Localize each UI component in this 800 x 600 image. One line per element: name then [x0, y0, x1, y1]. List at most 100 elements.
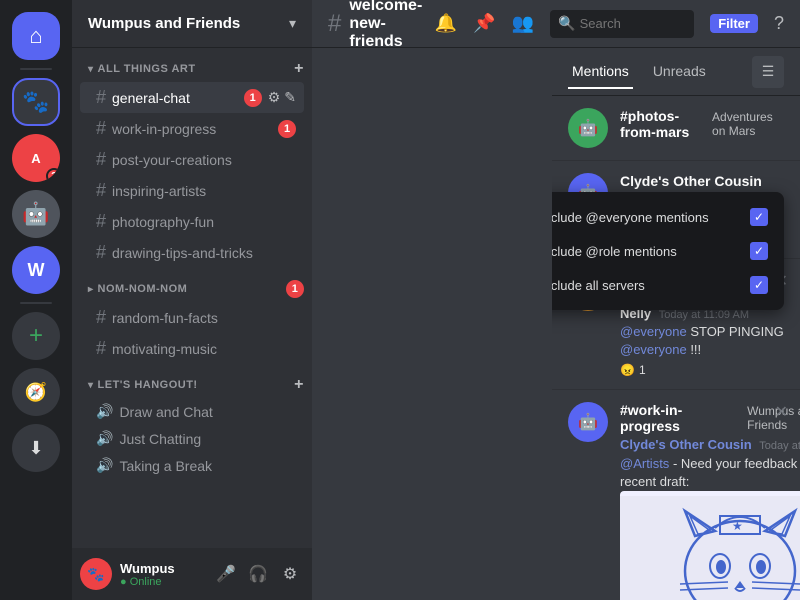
hash-icon: # [96, 307, 106, 328]
help-icon[interactable]: ? [774, 13, 784, 34]
notif-close-button-2[interactable]: ✕ [775, 402, 788, 422]
speaker-icon: 🔊 [96, 403, 113, 420]
channel-sidebar: Wumpus and Friends ▾ ▾ ALL THINGS ART + … [72, 0, 312, 600]
notif-content: #work-in-progress Wumpus and Friends Cly… [620, 402, 800, 600]
hash-icon: # [96, 338, 106, 359]
server-badge-art: 3 [46, 168, 60, 182]
app-container: ⌂ 🐾 A 3 🤖 W + 🧭 ⬇ Wumpus and Friends ▾ [0, 0, 800, 600]
user-actions: 🎤 🎧 ⚙ [212, 560, 304, 588]
channel-item-inspiring-artists[interactable]: # inspiring-artists [80, 175, 304, 206]
filter-checkbox-everyone[interactable]: ✓ [750, 208, 768, 226]
bell-icon[interactable]: 🔔 [435, 13, 457, 34]
server-icon-blue[interactable]: W [12, 246, 60, 294]
deafen-button[interactable]: 🎧 [244, 560, 272, 588]
filter-option-everyone[interactable]: Include @everyone mentions ✓ [552, 200, 784, 234]
settings-icon[interactable]: ⚙ [268, 89, 281, 106]
server-add-button[interactable]: + [12, 312, 60, 360]
mute-button[interactable]: 🎤 [212, 560, 240, 588]
speaker-icon: 🔊 [96, 457, 113, 474]
notif-avatar: 🤖 [568, 402, 608, 442]
filter-checkbox-servers[interactable]: ✓ [750, 276, 768, 294]
channel-item-post-your-creations[interactable]: # post-your-creations [80, 144, 304, 175]
channel-badge: 1 [278, 120, 296, 138]
hash-icon: # [96, 242, 106, 263]
notification-item-work-in-progress[interactable]: 🤖 #work-in-progress Wumpus and Friends C… [552, 390, 800, 600]
channel-item-motivating-music[interactable]: # motivating-music [80, 333, 304, 364]
search-input[interactable] [580, 16, 687, 31]
cat-sketch-image: ★ [620, 491, 800, 600]
cat-drawing-svg: ★ [620, 496, 800, 600]
voice-channel-taking-a-break[interactable]: 🔊 Taking a Break [80, 452, 304, 479]
edit-icon[interactable]: ✎ [284, 89, 296, 106]
notif-avatar: 🤖 [568, 108, 608, 148]
mention-artists: @Artists [620, 456, 669, 471]
server-icon-robot[interactable]: 🤖 [12, 190, 60, 238]
tab-unreads[interactable]: Unreads [649, 55, 710, 89]
filter-checkbox-role[interactable]: ✓ [750, 242, 768, 260]
category-add-icon[interactable]: + [294, 376, 304, 394]
notification-filter-icon[interactable]: ☰ [752, 56, 784, 88]
category-lets-hangout[interactable]: ▾ LET'S HANGOUT! + [72, 372, 312, 398]
user-name: Wumpus [120, 561, 204, 576]
channel-header: # welcome-new-friends 🔔 📌 👥 🔍 Filter ? [312, 0, 800, 48]
filter-button[interactable]: Filter [710, 14, 758, 33]
user-info: Wumpus ● Online [120, 561, 204, 588]
main-content: # welcome-new-friends 🔔 📌 👥 🔍 Filter ? M… [312, 0, 800, 600]
voice-channel-just-chatting[interactable]: 🔊 Just Chatting [80, 425, 304, 452]
svg-text:★: ★ [732, 519, 743, 533]
category-nom-nom-nom[interactable]: ▸ nom-nom-nom 1 [72, 276, 312, 302]
channel-item-drawing-tips[interactable]: # drawing-tips-and-tricks [80, 237, 304, 268]
channel-hash-icon: # [328, 10, 341, 38]
server-chevron-icon: ▾ [289, 15, 296, 32]
category-chevron-icon: ▾ [88, 64, 94, 75]
members-icon[interactable]: 👥 [512, 13, 534, 34]
server-sidebar: ⌂ 🐾 A 3 🤖 W + 🧭 ⬇ [0, 0, 72, 600]
channel-item-random-fun-facts[interactable]: # random-fun-facts [80, 302, 304, 333]
settings-button[interactable]: ⚙ [276, 560, 304, 588]
pin-icon[interactable]: 📌 [473, 13, 495, 34]
notif-text: Clyde's Other Cousin Today at 10:50 AM @… [620, 436, 800, 491]
search-bar[interactable]: 🔍 [550, 10, 694, 38]
speaker-icon: 🔊 [96, 430, 113, 447]
filter-option-servers[interactable]: Include all servers ✓ [552, 268, 784, 302]
channel-badge: 1 [244, 89, 262, 107]
filter-panel: Include @everyone mentions ✓ Include @ro… [552, 192, 784, 310]
channel-item-photography-fun[interactable]: # photography-fun [80, 206, 304, 237]
mention-everyone-2: @everyone [620, 342, 687, 357]
category-chevron-icon: ▸ [88, 284, 94, 295]
category-chevron-icon: ▾ [88, 380, 94, 391]
category-add-icon[interactable]: + [294, 60, 304, 78]
notif-content: #photos-from-mars Adventures on Mars [620, 108, 784, 142]
notif-server-name: Wumpus and Friends [747, 404, 800, 432]
notification-list: 🤖 #photos-from-mars Adventures on Mars I… [552, 96, 800, 600]
channel-item-general-chat[interactable]: # general-chat 1 ⚙ ✎ [80, 82, 304, 113]
category-label: nom-nom-nom [98, 283, 188, 295]
server-header[interactable]: Wumpus and Friends ▾ [72, 0, 312, 48]
sub-author: Clyde's Other Cousin [620, 437, 752, 452]
notif-channel-name: #work-in-progress [620, 402, 741, 434]
voice-channel-draw-and-chat[interactable]: 🔊 Draw and Chat [80, 398, 304, 425]
server-icon-home[interactable]: ⌂ [12, 12, 60, 60]
notification-dropdown: Mentions Unreads ☰ 🤖 #photos-from-mars A… [552, 48, 800, 600]
reaction-area: 😠 1 [620, 363, 784, 377]
filter-lines-icon: ☰ [762, 63, 775, 80]
notif-channel-name: Clyde's Other Cousin [620, 173, 762, 189]
channel-item-work-in-progress[interactable]: # work-in-progress 1 [80, 113, 304, 144]
notification-item-photos-from-mars[interactable]: 🤖 #photos-from-mars Adventures on Mars I… [552, 96, 800, 161]
notif-text: Nelly Today at 11:09 AM @everyone STOP P… [620, 305, 784, 360]
filter-option-role[interactable]: Include @role mentions ✓ [552, 234, 784, 268]
hash-icon: # [96, 211, 106, 232]
category-all-things-art[interactable]: ▾ ALL THINGS ART + [72, 56, 312, 82]
mention-everyone: @everyone [620, 324, 687, 339]
server-name: Wumpus and Friends [88, 15, 240, 32]
hash-icon: # [96, 87, 106, 108]
server-icon-wumpus[interactable]: 🐾 [12, 78, 60, 126]
notif-channel-name: #photos-from-mars [620, 108, 706, 140]
hash-icon: # [96, 118, 106, 139]
server-download-button[interactable]: ⬇ [12, 424, 60, 472]
tab-mentions[interactable]: Mentions [568, 55, 633, 89]
server-discover-button[interactable]: 🧭 [12, 368, 60, 416]
search-icon: 🔍 [558, 15, 575, 32]
header-actions: 🔔 📌 👥 🔍 Filter ? [435, 10, 784, 38]
server-icon-art[interactable]: A 3 [12, 134, 60, 182]
